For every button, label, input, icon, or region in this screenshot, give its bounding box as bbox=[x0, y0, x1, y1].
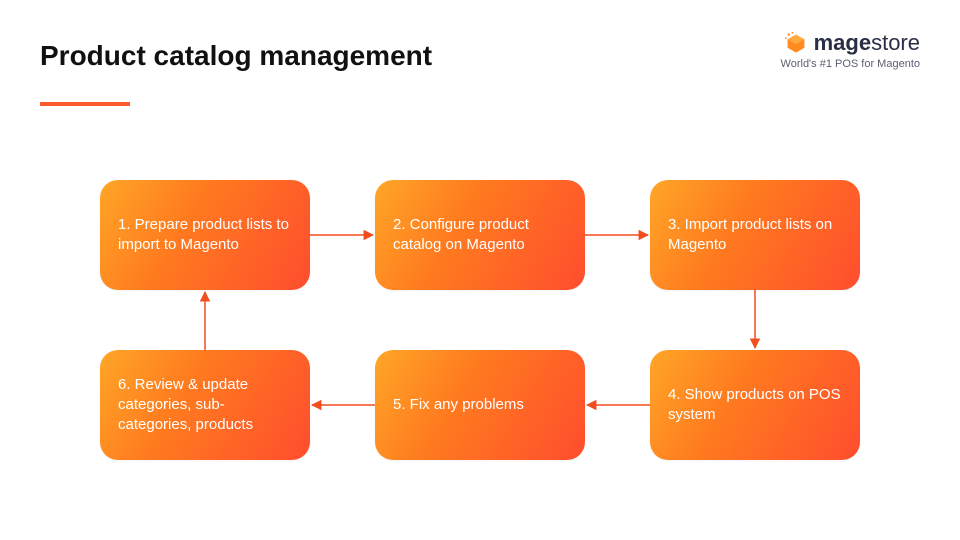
flow-node-6: 6. Review & update categories, sub-categ… bbox=[100, 350, 310, 460]
flow-node-label: 1. Prepare product lists to import to Ma… bbox=[118, 215, 292, 256]
flow-node-label: 6. Review & update categories, sub-categ… bbox=[118, 375, 292, 436]
flow-node-label: 2. Configure product catalog on Magento bbox=[393, 215, 567, 256]
header: Product catalog management bbox=[40, 40, 432, 106]
brand-name: magestore bbox=[814, 30, 920, 56]
flow-node-5: 5. Fix any problems bbox=[375, 350, 585, 460]
flow-node-3: 3. Import product lists on Magento bbox=[650, 180, 860, 290]
flow-node-label: 3. Import product lists on Magento bbox=[668, 215, 842, 256]
title-underline bbox=[40, 102, 130, 106]
flow-node-label: 5. Fix any problems bbox=[393, 395, 524, 415]
page-title: Product catalog management bbox=[40, 40, 432, 72]
flow-node-4: 4. Show products on POS system bbox=[650, 350, 860, 460]
flow-node-2: 2. Configure product catalog on Magento bbox=[375, 180, 585, 290]
hexagon-icon bbox=[784, 31, 808, 55]
brand-logo: magestore World's #1 POS for Magento bbox=[781, 30, 920, 70]
brand-tagline: World's #1 POS for Magento bbox=[781, 58, 920, 70]
flow-node-label: 4. Show products on POS system bbox=[668, 385, 842, 426]
flow-node-1: 1. Prepare product lists to import to Ma… bbox=[100, 180, 310, 290]
flow-diagram: 1. Prepare product lists to import to Ma… bbox=[0, 180, 960, 500]
